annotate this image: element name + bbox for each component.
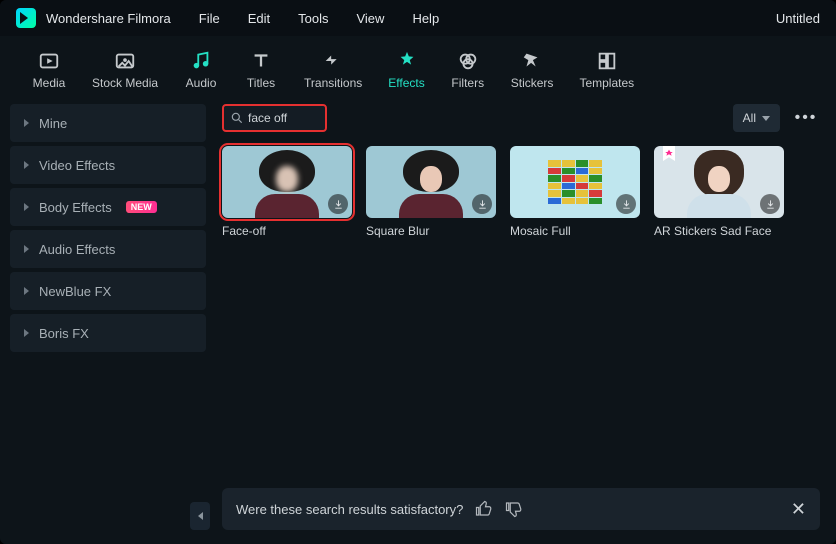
main-menu: File Edit Tools View Help [199, 11, 439, 26]
app-name: Wondershare Filmora [46, 11, 171, 26]
stickers-icon [521, 50, 543, 72]
effects-icon [396, 50, 418, 72]
transitions-icon [322, 50, 344, 72]
favorite-badge-icon [660, 146, 678, 168]
effect-label: Mosaic Full [510, 224, 640, 238]
tab-media[interactable]: Media [24, 46, 74, 98]
effect-card-square-blur[interactable]: Square Blur [366, 146, 496, 238]
thumbnail [366, 146, 496, 218]
chevron-right-icon [24, 287, 29, 295]
search-field[interactable] [222, 104, 327, 132]
results-grid: Face-off Square Blur Mosaic Full [216, 146, 826, 238]
menu-edit[interactable]: Edit [248, 11, 270, 26]
chevron-down-icon [762, 116, 770, 121]
audio-icon [190, 50, 212, 72]
chevron-right-icon [24, 245, 29, 253]
sidebar-item-boris-fx[interactable]: Boris FX [10, 314, 206, 352]
tab-effects[interactable]: Effects [380, 46, 432, 98]
collapse-sidebar-button[interactable] [190, 502, 210, 530]
search-input[interactable] [248, 111, 319, 125]
thumbnail [222, 146, 352, 218]
chevron-right-icon [24, 161, 29, 169]
tab-stock-media[interactable]: Stock Media [84, 46, 166, 98]
project-title: Untitled [776, 11, 820, 26]
content-area: All ••• Face-off Square Blur [216, 104, 826, 534]
feedback-bar: Were these search results satisfactory? … [222, 488, 820, 530]
templates-icon [596, 50, 618, 72]
download-icon[interactable] [328, 194, 348, 214]
titlebar: Wondershare Filmora File Edit Tools View… [0, 0, 836, 36]
close-feedback-button[interactable]: ✕ [791, 499, 806, 520]
more-options-button[interactable]: ••• [792, 104, 820, 132]
filters-icon [457, 50, 479, 72]
thumbs-up-button[interactable] [475, 500, 493, 518]
download-icon[interactable] [760, 194, 780, 214]
module-toolbar: Media Stock Media Audio Titles Transitio… [0, 36, 836, 98]
menu-file[interactable]: File [199, 11, 220, 26]
menu-help[interactable]: Help [412, 11, 439, 26]
tab-filters[interactable]: Filters [443, 46, 493, 98]
download-icon[interactable] [616, 194, 636, 214]
sidebar: Mine Video Effects Body EffectsNEW Audio… [10, 104, 206, 534]
tab-stickers[interactable]: Stickers [503, 46, 562, 98]
menu-view[interactable]: View [356, 11, 384, 26]
search-icon [230, 111, 244, 125]
chevron-right-icon [24, 119, 29, 127]
effect-label: Square Blur [366, 224, 496, 238]
effect-card-face-off[interactable]: Face-off [222, 146, 352, 238]
effect-label: Face-off [222, 224, 352, 238]
chevron-right-icon [24, 203, 29, 211]
sidebar-item-audio-effects[interactable]: Audio Effects [10, 230, 206, 268]
tab-audio[interactable]: Audio [176, 46, 226, 98]
sidebar-item-video-effects[interactable]: Video Effects [10, 146, 206, 184]
sidebar-item-mine[interactable]: Mine [10, 104, 206, 142]
thumbnail [510, 146, 640, 218]
filter-dropdown[interactable]: All [733, 104, 780, 132]
new-badge: NEW [126, 201, 157, 213]
titles-icon [250, 50, 272, 72]
thumbs-down-button[interactable] [505, 500, 523, 518]
download-icon[interactable] [472, 194, 492, 214]
tab-titles[interactable]: Titles [236, 46, 286, 98]
feedback-prompt: Were these search results satisfactory? [236, 502, 463, 517]
app-logo [16, 8, 36, 28]
chevron-right-icon [24, 329, 29, 337]
sidebar-item-newblue-fx[interactable]: NewBlue FX [10, 272, 206, 310]
effect-label: AR Stickers Sad Face [654, 224, 784, 238]
effect-card-mosaic-full[interactable]: Mosaic Full [510, 146, 640, 238]
sidebar-item-body-effects[interactable]: Body EffectsNEW [10, 188, 206, 226]
media-icon [38, 50, 60, 72]
effect-card-ar-stickers-sad-face[interactable]: AR Stickers Sad Face [654, 146, 784, 238]
stock-media-icon [114, 50, 136, 72]
thumbnail [654, 146, 784, 218]
tab-transitions[interactable]: Transitions [296, 46, 370, 98]
tab-templates[interactable]: Templates [571, 46, 642, 98]
menu-tools[interactable]: Tools [298, 11, 328, 26]
